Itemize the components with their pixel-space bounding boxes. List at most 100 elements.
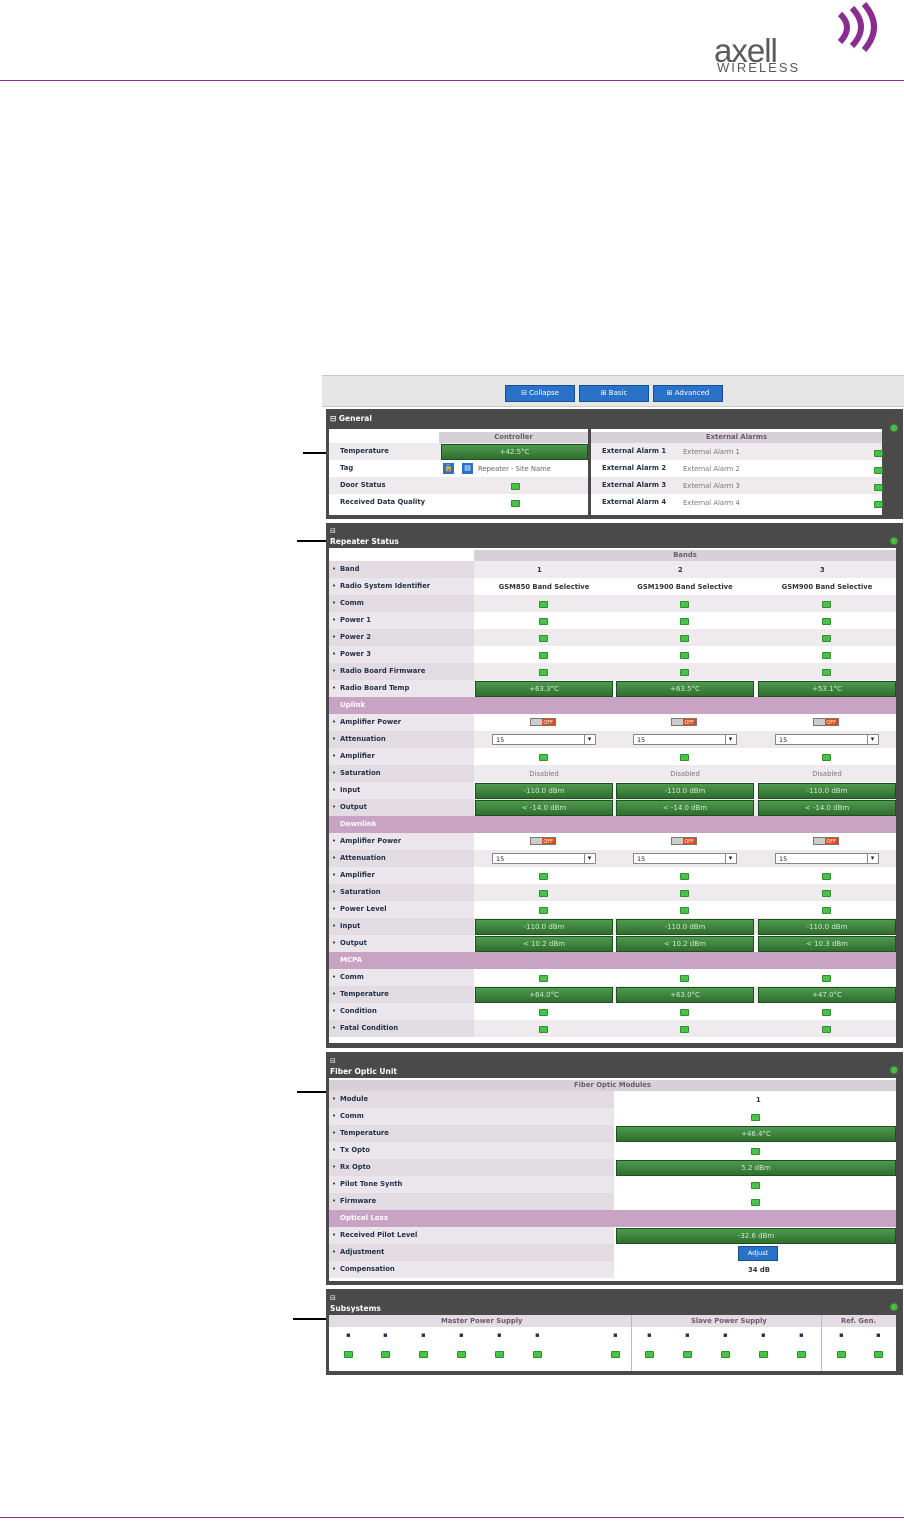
fou-status-led — [891, 1067, 897, 1073]
subsystem-status-led — [683, 1351, 692, 1358]
subsystem-status-led — [533, 1351, 542, 1358]
amplifier-power-toggle[interactable]: OFF — [530, 837, 556, 845]
radio-board-temp: +53.1°C — [758, 681, 896, 697]
lock-icon[interactable]: 🔒 — [443, 463, 454, 474]
attenuation-select[interactable]: 15 — [492, 734, 596, 745]
power-level-led — [680, 907, 689, 914]
dl-amp-power-row: Amplifier Power • OFF OFF OFF — [329, 833, 896, 850]
mcpa-fatal-row-label: Fatal Condition — [340, 1024, 399, 1032]
basic-button[interactable]: ⊞ Basic — [579, 385, 649, 402]
amplifier-power-toggle[interactable]: OFF — [671, 837, 697, 845]
saturation-status: Disabled — [812, 770, 842, 778]
alarm-value[interactable]: External Alarm 3 — [683, 482, 740, 490]
subsystem-status-led — [874, 1351, 883, 1358]
amplifier-led — [539, 754, 548, 761]
downlink-input: -110.0 dBm — [475, 919, 613, 935]
collapse-toggle-icon[interactable]: ⊟ — [330, 1057, 336, 1065]
fan-icon: ▪ — [421, 1331, 426, 1339]
alarm-value[interactable]: External Alarm 4 — [683, 499, 740, 507]
general-title[interactable]: ⊟ General — [330, 414, 372, 423]
module-number[interactable]: 1 — [756, 1096, 761, 1104]
pilot-row: Pilot Tone Synth • — [329, 1176, 896, 1193]
collapse-button[interactable]: ⊟ Collapse — [505, 385, 575, 402]
fatal-condition-led — [822, 1026, 831, 1033]
condition-led — [822, 1009, 831, 1016]
slave-power-supply-header: Slave Power Supply — [691, 1317, 767, 1325]
collapse-toggle-icon[interactable]: ⊟ — [330, 1294, 336, 1302]
saturation-icon: • — [332, 888, 337, 896]
axell-wireless-logo: axell WIRELESS — [714, 2, 884, 75]
input-icon: • — [332, 786, 337, 794]
condition-led — [539, 1009, 548, 1016]
mcpa-section-header: MCPA — [329, 952, 896, 969]
ul-input-row: Input • -110.0 dBm -110.0 dBm -110.0 dBm — [329, 782, 896, 799]
rx-opto-row-label-bg — [329, 1159, 614, 1176]
comp-row-label: Compensation — [340, 1265, 395, 1273]
power1-led — [822, 618, 831, 625]
comm-led — [822, 601, 831, 608]
radio-system-identifier: GSM1900 Band Selective — [637, 583, 733, 591]
adjust-button[interactable]: Adjust — [738, 1246, 778, 1261]
fiber-optic-unit-panel: ⊟ Fiber Optic Unit Fiber Optic Modules Mo… — [326, 1052, 903, 1285]
collapse-toggle-icon[interactable]: ⊟ — [330, 527, 336, 535]
fiber-optic-table: Fiber Optic Modules Module • 1 Comm • Temperat… — [329, 1078, 896, 1281]
subsystems-header-bg — [329, 1315, 896, 1327]
attenuation-select[interactable]: 15 — [775, 853, 879, 864]
amplifier-power-toggle[interactable]: OFF — [671, 718, 697, 726]
amplifier-icon: • — [332, 752, 337, 760]
compensation-value: 34 dB — [748, 1266, 770, 1274]
repeater-status-panel: ⊟ Repeater Status Bands Band • 1 2 3 Radio Sys… — [326, 523, 903, 1048]
power2-led — [539, 635, 548, 642]
rpl-row-label: Received Pilot Level — [340, 1231, 418, 1239]
divider — [821, 1315, 822, 1371]
subsystem-status-led — [721, 1351, 730, 1358]
adj-row: Adjustment • Adjust — [329, 1244, 896, 1261]
repeater-status-table: Bands Band • 1 2 3 Radio System Identifier • GSM… — [329, 548, 896, 1043]
attenuation-select[interactable]: 15 — [633, 734, 737, 745]
fatal-condition-icon: • — [332, 1024, 337, 1032]
amplifier-led — [822, 873, 831, 880]
dl-power-level-row: Power Level • — [329, 901, 896, 918]
comm-icon: ▪ — [647, 1331, 652, 1339]
alarm-label: External Alarm 1 — [602, 447, 667, 455]
amplifier-power-toggle[interactable]: OFF — [813, 837, 839, 845]
amplifier-power-toggle[interactable]: OFF — [813, 718, 839, 726]
saturation-led — [680, 890, 689, 897]
external-alarms-header: External Alarms — [591, 432, 882, 443]
downlink-input: -110.0 dBm — [758, 919, 896, 935]
mcpa-comm-led — [539, 975, 548, 982]
saturation-led — [539, 890, 548, 897]
advanced-button[interactable]: ⊞ Advanced — [653, 385, 723, 402]
alarm-value[interactable]: External Alarm 1 — [683, 448, 740, 456]
tag-value[interactable]: Repeater - Site Name — [478, 465, 551, 473]
ul-amp-row: Amplifier • — [329, 748, 896, 765]
power-icon: ▪ — [497, 1331, 502, 1339]
band-number[interactable]: 3 — [820, 566, 825, 574]
power-icon: • — [332, 616, 337, 624]
compensation-icon: • — [332, 1265, 337, 1273]
amplifier-led — [539, 873, 548, 880]
alarm-led — [874, 501, 883, 508]
band-number[interactable]: 1 — [537, 566, 542, 574]
alarm-value[interactable]: External Alarm 2 — [683, 465, 740, 473]
tag-row: Tag 🔒 ▤ Repeater - Site Name — [329, 460, 588, 477]
firmware-icon: • — [332, 667, 337, 675]
attenuation-select[interactable]: 15 — [633, 853, 737, 864]
door-status-row: Door Status — [329, 477, 588, 494]
attenuation-icon: • — [332, 854, 337, 862]
ul-output-row: Output • < -14.0 dBm < -14.0 dBm < -14.0 dBm — [329, 799, 896, 816]
alarm-label: External Alarm 4 — [602, 498, 667, 506]
tx-opto-row-label-bg — [329, 1142, 614, 1159]
rdq-led — [511, 500, 520, 507]
door-status-led — [511, 483, 520, 490]
fou-temp-row: Temperature • +46.4°C — [329, 1125, 896, 1142]
radio-temp-row-label: Radio Board Temp — [340, 684, 410, 692]
power-icon: ▪ — [799, 1331, 804, 1339]
amplifier-power-toggle[interactable]: OFF — [530, 718, 556, 726]
mcpa-temperature: +63.0°C — [616, 987, 754, 1003]
attenuation-select[interactable]: 15 — [492, 853, 596, 864]
firmware-icon: • — [332, 1197, 337, 1205]
attenuation-select[interactable]: 15 — [775, 734, 879, 745]
band-number[interactable]: 2 — [678, 566, 683, 574]
save-icon[interactable]: ▤ — [462, 463, 473, 474]
